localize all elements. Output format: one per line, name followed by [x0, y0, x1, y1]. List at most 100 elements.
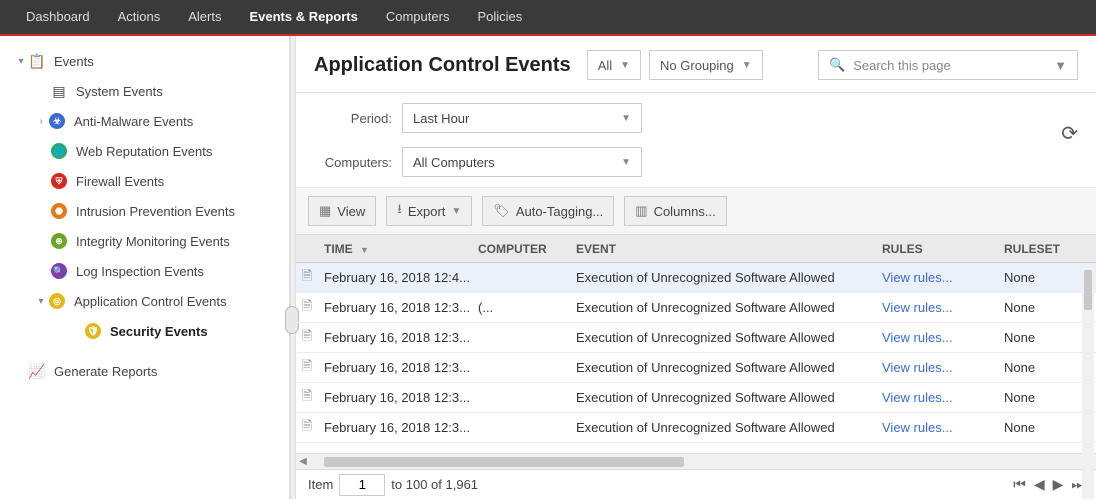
- event-icon: 🗎: [296, 387, 318, 409]
- sidebar-item-label: Security Events: [110, 324, 208, 339]
- sidebar-item-web-reputation[interactable]: 🌐 Web Reputation Events: [6, 136, 283, 166]
- period-dropdown[interactable]: Last Hour ▼: [402, 103, 642, 133]
- cell-event: Execution of Unrecognized Software Allow…: [576, 390, 882, 405]
- dropdown-value: No Grouping: [660, 58, 734, 73]
- nav-tab-computers[interactable]: Computers: [372, 0, 464, 35]
- cell-computer: (...: [478, 300, 576, 315]
- nav-tab-actions[interactable]: Actions: [104, 0, 175, 35]
- sidebar-item-label: Firewall Events: [76, 174, 164, 189]
- cell-ruleset: None: [1004, 330, 1074, 345]
- vertical-scrollbar[interactable]: [1082, 268, 1094, 499]
- event-icon: 🗎: [296, 327, 318, 349]
- auto-tagging-button[interactable]: 🏷 Auto-Tagging...: [482, 196, 614, 226]
- columns-icon: ▥: [635, 203, 647, 219]
- toolbar: ▦ View ⭳ Export ▼ 🏷 Auto-Tagging... ▥ Co…: [296, 188, 1096, 235]
- clipboard-icon: 📋: [28, 52, 46, 70]
- reports-icon: 📈: [28, 362, 46, 380]
- chevron-down-icon[interactable]: ▾: [14, 56, 28, 67]
- biohazard-icon: ☣: [48, 112, 66, 130]
- sidebar-item-label: System Events: [76, 84, 163, 99]
- table-row[interactable]: 🗎February 16, 2018 12:3...Execution of U…: [296, 323, 1096, 353]
- grouping-dropdown[interactable]: No Grouping ▼: [649, 50, 763, 80]
- page-header: Application Control Events All ▼ No Grou…: [296, 36, 1096, 93]
- table-row[interactable]: 🗎February 16, 2018 12:4...Execution of U…: [296, 263, 1096, 293]
- sidebar-item-label: Log Inspection Events: [76, 264, 204, 279]
- computers-dropdown[interactable]: All Computers ▼: [402, 147, 642, 177]
- scroll-left-icon[interactable]: ◀: [296, 456, 310, 467]
- nav-tab-events-reports[interactable]: Events & Reports: [235, 0, 371, 35]
- cell-rules[interactable]: View rules...: [882, 390, 1004, 405]
- horizontal-scrollbar[interactable]: ◀ ▶: [296, 453, 1096, 469]
- cell-rules[interactable]: View rules...: [882, 300, 1004, 315]
- button-label: Columns...: [654, 204, 716, 219]
- refresh-button[interactable]: ⟳: [1061, 121, 1078, 146]
- pager-first-button[interactable]: ⏮: [1013, 476, 1026, 493]
- caret-down-icon: ▼: [451, 206, 461, 217]
- cell-event: Execution of Unrecognized Software Allow…: [576, 300, 882, 315]
- col-header-computer[interactable]: COMPUTER: [478, 242, 576, 256]
- event-icon: 🗎: [296, 417, 318, 439]
- sidebar-item-log-inspection[interactable]: 🔍 Log Inspection Events: [6, 256, 283, 286]
- grid-header: TIME ▼ COMPUTER EVENT RULES RULESET: [296, 235, 1096, 263]
- pager-prefix: Item: [308, 477, 333, 492]
- sidebar-item-label: Intrusion Prevention Events: [76, 204, 235, 219]
- scrollbar-thumb[interactable]: [324, 457, 684, 467]
- table-row[interactable]: 🗎February 16, 2018 12:3...Execution of U…: [296, 383, 1096, 413]
- table-row[interactable]: 🗎February 16, 2018 12:3...(...Execution …: [296, 293, 1096, 323]
- button-label: Auto-Tagging...: [516, 204, 603, 219]
- col-header-event[interactable]: EVENT: [576, 242, 882, 256]
- grid-body[interactable]: 🗎February 16, 2018 12:4...Execution of U…: [296, 263, 1096, 453]
- cell-time: February 16, 2018 12:3...: [318, 420, 478, 435]
- caret-down-icon: ▼: [742, 60, 752, 71]
- cell-rules[interactable]: View rules...: [882, 330, 1004, 345]
- col-header-rules[interactable]: RULES: [882, 242, 1004, 256]
- cell-rules[interactable]: View rules...: [882, 360, 1004, 375]
- main: Application Control Events All ▼ No Grou…: [296, 36, 1096, 499]
- cell-rules[interactable]: View rules...: [882, 270, 1004, 285]
- col-header-time[interactable]: TIME ▼: [318, 242, 478, 256]
- nav-tab-alerts[interactable]: Alerts: [174, 0, 235, 35]
- columns-button[interactable]: ▥ Columns...: [624, 196, 726, 226]
- sidebar-item-application-control[interactable]: ▾ ◎ Application Control Events: [6, 286, 283, 316]
- sidebar-item-security-events[interactable]: 🛡 Security Events: [6, 316, 283, 346]
- view-button[interactable]: ▦ View: [308, 196, 376, 226]
- sidebar-item-firewall[interactable]: ⛨ Firewall Events: [6, 166, 283, 196]
- pager-prev-button[interactable]: ◀: [1034, 476, 1045, 493]
- tree-root-events[interactable]: ▾ 📋 Events: [6, 46, 283, 76]
- filter-bar: Period: Last Hour ▼ Computers: All Compu…: [296, 93, 1096, 188]
- event-icon: 🗎: [296, 267, 318, 289]
- page-title: Application Control Events: [314, 54, 571, 77]
- pager-current-input[interactable]: [339, 474, 385, 496]
- col-header-ruleset[interactable]: RULESET: [1004, 242, 1074, 256]
- sidebar-item-label: Anti-Malware Events: [74, 114, 193, 129]
- search-container: 🔍 Search this page ▼: [771, 50, 1078, 80]
- button-label: View: [337, 204, 365, 219]
- nav-tab-policies[interactable]: Policies: [463, 0, 536, 35]
- period-label: Period:: [314, 111, 392, 126]
- scope-dropdown[interactable]: All ▼: [587, 50, 641, 80]
- export-button[interactable]: ⭳ Export ▼: [386, 196, 472, 226]
- refresh-icon: ⟳: [1061, 123, 1078, 145]
- chevron-down-icon[interactable]: ▾: [34, 296, 48, 307]
- pager-next-button[interactable]: ▶: [1053, 476, 1064, 493]
- cell-event: Execution of Unrecognized Software Allow…: [576, 360, 882, 375]
- cell-event: Execution of Unrecognized Software Allow…: [576, 330, 882, 345]
- cell-ruleset: None: [1004, 300, 1074, 315]
- chevron-right-icon[interactable]: ›: [34, 116, 48, 127]
- view-icon: ▦: [319, 203, 331, 219]
- caret-down-icon: ▼: [1054, 58, 1067, 73]
- table-row[interactable]: 🗎February 16, 2018 12:3...Execution of U…: [296, 413, 1096, 443]
- sidebar-item-integrity-monitoring[interactable]: ⊕ Integrity Monitoring Events: [6, 226, 283, 256]
- table-row[interactable]: 🗎February 16, 2018 12:3...Execution of U…: [296, 353, 1096, 383]
- sidebar-item-system-events[interactable]: ▤ System Events: [6, 76, 283, 106]
- globe-icon: 🌐: [50, 142, 68, 160]
- security-icon: 🛡: [84, 322, 102, 340]
- search-input[interactable]: 🔍 Search this page ▼: [818, 50, 1078, 80]
- sidebar-item-anti-malware[interactable]: › ☣ Anti-Malware Events: [6, 106, 283, 136]
- nav-tab-dashboard[interactable]: Dashboard: [12, 0, 104, 35]
- scrollbar-thumb[interactable]: [1084, 270, 1092, 310]
- sidebar-item-intrusion-prevention[interactable]: ⬣ Intrusion Prevention Events: [6, 196, 283, 226]
- firewall-icon: ⛨: [50, 172, 68, 190]
- sidebar-item-generate-reports[interactable]: 📈 Generate Reports: [6, 356, 283, 386]
- cell-rules[interactable]: View rules...: [882, 420, 1004, 435]
